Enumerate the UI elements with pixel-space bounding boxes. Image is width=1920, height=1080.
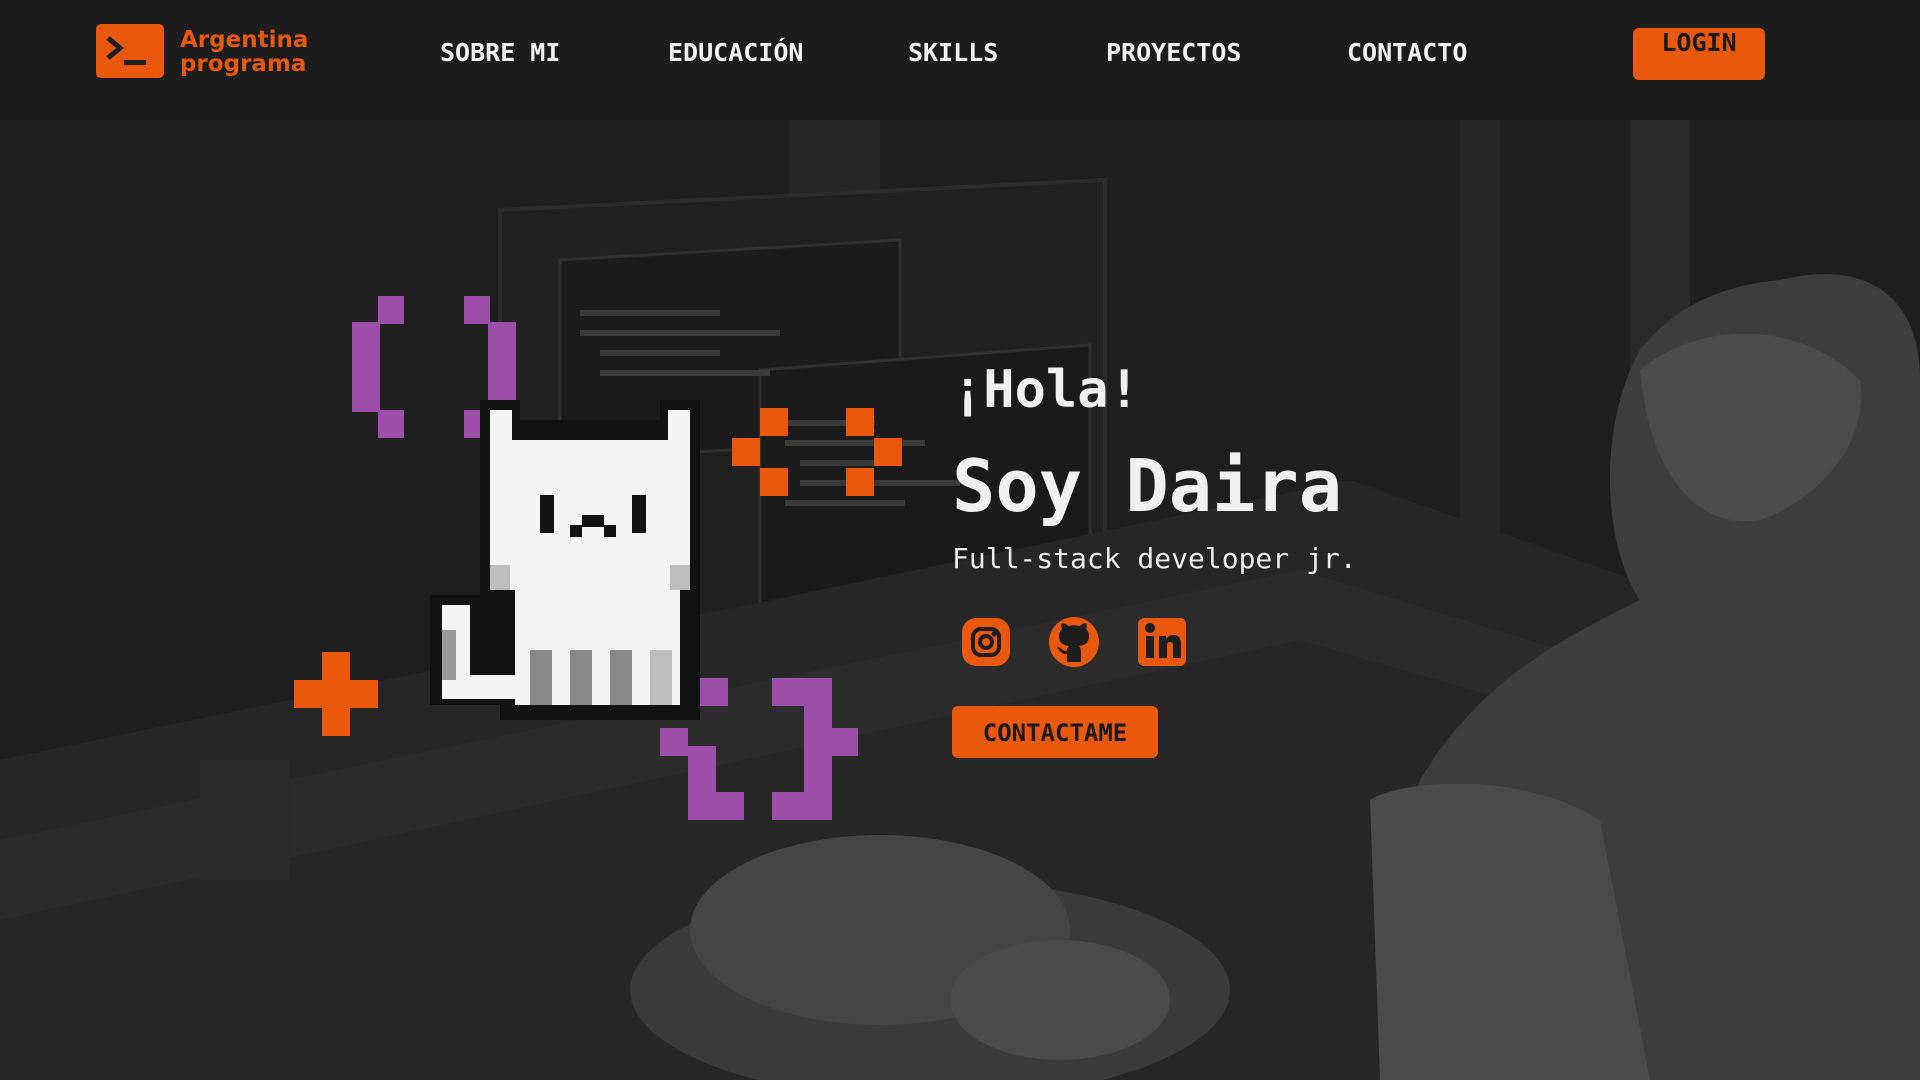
orange-angle-brackets-decoration [732,408,902,496]
brand-logo[interactable]: Argentina programa [96,22,308,86]
instagram-icon[interactable] [960,616,1012,668]
navbar: Argentina programa SOBRE MI EDUCACIÓN SK… [0,0,1920,120]
brand-name: Argentina programa [180,28,308,76]
hero-name: Soy Daira [952,444,1343,528]
github-icon[interactable] [1048,616,1100,668]
brand-name-line1: Argentina [180,27,309,53]
nav-link-contacto[interactable]: CONTACTO [1347,38,1467,67]
nav-link-sobre-mi[interactable]: SOBRE MI [440,38,560,67]
nav-link-proyectos[interactable]: PROYECTOS [1106,38,1241,67]
login-button[interactable]: LOGIN [1633,28,1765,80]
hero-role: Full-stack developer jr. [952,542,1357,575]
linkedin-icon[interactable] [1136,616,1188,668]
purple-brackets-decoration [660,678,858,820]
hero-background-illustration [0,120,1920,1080]
nav-link-educacion[interactable]: EDUCACIÓN [668,38,803,67]
pixel-cat-illustration [430,400,700,720]
contactame-button[interactable]: CONTACTAME [952,706,1158,758]
hero-greeting: ¡Hola! [952,360,1140,420]
social-links [960,616,1200,672]
orange-plus-decoration [294,652,378,736]
nav-link-skills[interactable]: SKILLS [908,38,998,67]
brand-name-line2: programa [180,51,307,77]
terminal-prompt-icon [96,24,164,78]
